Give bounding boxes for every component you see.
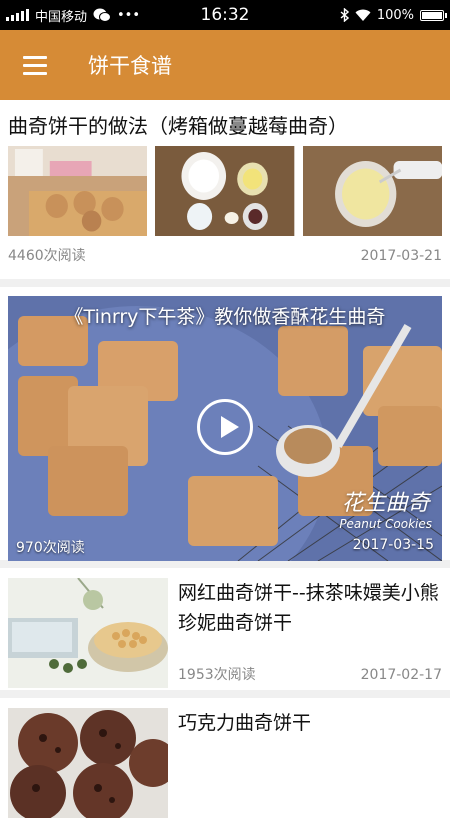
article-title: 网红曲奇饼干--抹茶味嬛美小熊珍妮曲奇饼干	[178, 582, 439, 634]
article-list: 曲奇饼干的做法（烤箱做蔓越莓曲奇） 4460次阅读 2017-03-21 《Ti…	[0, 100, 450, 818]
article-card[interactable]: 网红曲奇饼干--抹茶味嬛美小熊珍妮曲奇饼干 1953次阅读 2017-02-17	[0, 568, 450, 698]
read-count: 1953次阅读	[178, 667, 256, 683]
menu-icon[interactable]	[0, 30, 70, 100]
article-body: 巧克力曲奇饼干	[178, 708, 442, 818]
cookie-plate-image	[8, 146, 148, 236]
article-card[interactable]: 曲奇饼干的做法（烤箱做蔓越莓曲奇） 4460次阅读 2017-03-21	[0, 100, 450, 287]
video-meta: 970次阅读 2017-03-15	[16, 537, 434, 557]
watermark-subtitle: Peanut Cookies	[339, 517, 432, 531]
wechat-icon	[93, 8, 112, 22]
article-body: 网红曲奇饼干--抹茶味嬛美小熊珍妮曲奇饼干 1953次阅读 2017-02-17	[178, 578, 442, 690]
play-icon[interactable]	[197, 398, 253, 455]
ingredients-image	[155, 146, 295, 236]
chocolate-cookie-image	[8, 708, 168, 818]
thumbnail-row	[8, 146, 442, 236]
status-left: 中国移动 •••	[6, 6, 140, 25]
read-count: 4460次阅读	[8, 248, 86, 264]
bluetooth-icon	[340, 8, 349, 22]
battery-icon	[420, 9, 447, 21]
article-meta: 4460次阅读 2017-03-21	[8, 236, 442, 276]
wifi-icon	[355, 9, 371, 21]
article-title: 曲奇饼干的做法（烤箱做蔓越莓曲奇）	[8, 114, 348, 138]
article-card[interactable]: 巧克力曲奇饼干	[0, 698, 450, 818]
page-title: 饼干食谱	[88, 54, 172, 78]
more-icon: •••	[117, 7, 141, 23]
status-right: 100%	[340, 7, 447, 23]
publish-date: 2017-03-21	[360, 248, 442, 264]
article-meta: 1953次阅读 2017-02-17	[178, 660, 442, 690]
battery-percent: 100%	[376, 7, 414, 23]
app-bar: 饼干食谱	[0, 30, 450, 100]
carrier-label: 中国移动	[35, 9, 88, 25]
video-article-card[interactable]: 《Tinrry下午茶》教你做香酥花生曲奇 花生曲奇 Peanut Cookies…	[0, 287, 450, 568]
status-bar: 中国移动 ••• 16:32 100%	[0, 0, 450, 30]
matcha-cookie-box-image	[8, 578, 168, 688]
video-title: 《Tinrry下午茶》教你做香酥花生曲奇	[64, 306, 386, 328]
publish-date: 2017-03-15	[352, 537, 434, 553]
mixing-bowl-image	[302, 146, 442, 236]
article-title: 巧克力曲奇饼干	[178, 712, 312, 734]
watermark-title: 花生曲奇	[341, 491, 430, 516]
signal-icon	[6, 9, 29, 21]
video-watermark: 花生曲奇 Peanut Cookies	[339, 485, 432, 531]
read-count: 970次阅读	[16, 540, 85, 556]
video-thumbnail[interactable]: 《Tinrry下午茶》教你做香酥花生曲奇 花生曲奇 Peanut Cookies…	[8, 296, 442, 561]
publish-date: 2017-02-17	[360, 667, 442, 683]
